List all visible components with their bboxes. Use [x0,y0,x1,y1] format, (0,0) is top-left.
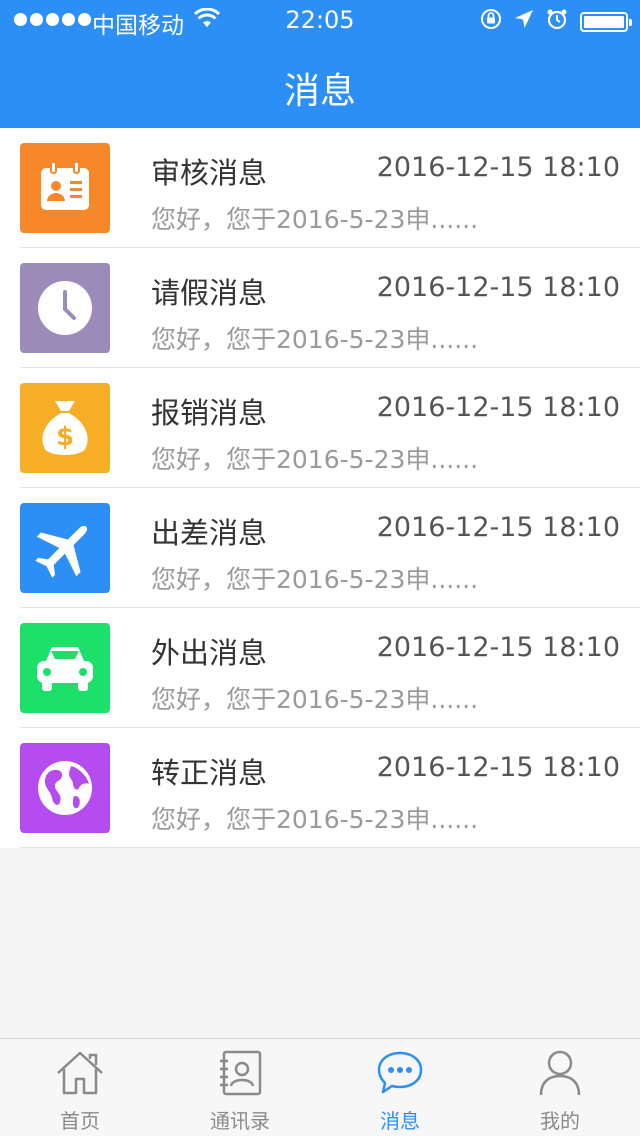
message-time: 2016-12-15 18:10 [376,632,620,663]
header: 中国移动 22:05 消息 [0,0,640,128]
tab-bar: 首页 通讯录 消息 我的 [0,1038,640,1136]
message-row-business-trip[interactable]: 出差消息 2016-12-15 18:10 您好，您于2016-5-23申...… [0,488,640,608]
message-row-reimbursement[interactable]: $ 报销消息 2016-12-15 18:10 您好，您于2016-5-23申.… [0,368,640,488]
tab-label: 消息 [380,1109,420,1133]
message-title: 出差消息 [151,516,268,550]
page-title: 消息 [283,71,356,112]
message-row-leave[interactable]: 请假消息 2016-12-15 18:10 您好，您于2016-5-23申...… [0,248,640,368]
alarm-icon [546,8,568,36]
tab-messages[interactable]: 消息 [320,1039,480,1136]
clock-icon [20,263,110,353]
message-title: 报销消息 [151,396,268,430]
svg-text:$: $ [56,422,74,452]
location-icon [514,9,534,35]
message-title: 外出消息 [151,636,268,670]
tab-profile[interactable]: 我的 [480,1039,640,1136]
message-preview: 您好，您于2016-5-23申...... [151,805,479,834]
message-time: 2016-12-15 18:10 [376,272,620,303]
message-row-outing[interactable]: 外出消息 2016-12-15 18:10 您好，您于2016-5-23申...… [0,608,640,728]
battery-icon [580,12,632,32]
message-row-regularization[interactable]: 转正消息 2016-12-15 18:10 您好，您于2016-5-23申...… [0,728,640,848]
message-preview: 您好，您于2016-5-23申...... [151,445,479,474]
person-icon [538,1049,582,1101]
airplane-icon [20,503,110,593]
message-time: 2016-12-15 18:10 [376,512,620,543]
chat-icon [376,1049,424,1101]
tab-label: 我的 [540,1109,580,1133]
contacts-icon [216,1049,264,1101]
tab-contacts[interactable]: 通讯录 [160,1039,320,1136]
message-preview: 您好，您于2016-5-23申...... [151,685,479,714]
message-row-review[interactable]: 审核消息 2016-12-15 18:10 您好，您于2016-5-23申...… [0,128,640,248]
globe-icon [20,743,110,833]
message-list: 审核消息 2016-12-15 18:10 您好，您于2016-5-23申...… [0,128,640,848]
message-title: 请假消息 [151,276,268,310]
message-preview: 您好，您于2016-5-23申...... [151,325,479,354]
message-title: 转正消息 [151,756,268,790]
message-time: 2016-12-15 18:10 [376,392,620,423]
rotation-lock-icon [480,8,502,36]
id-card-icon [20,143,110,233]
car-icon [20,623,110,713]
message-preview: 您好，您于2016-5-23申...... [151,565,479,594]
message-time: 2016-12-15 18:10 [376,752,620,783]
tab-label: 首页 [60,1109,100,1133]
tab-label: 通讯录 [210,1109,270,1133]
message-preview: 您好，您于2016-5-23申...... [151,205,479,234]
message-title: 审核消息 [151,156,268,190]
message-time: 2016-12-15 18:10 [376,152,620,183]
status-bar: 中国移动 22:05 [0,0,640,40]
money-bag-icon: $ [20,383,110,473]
home-icon [54,1049,106,1101]
tab-home[interactable]: 首页 [0,1039,160,1136]
